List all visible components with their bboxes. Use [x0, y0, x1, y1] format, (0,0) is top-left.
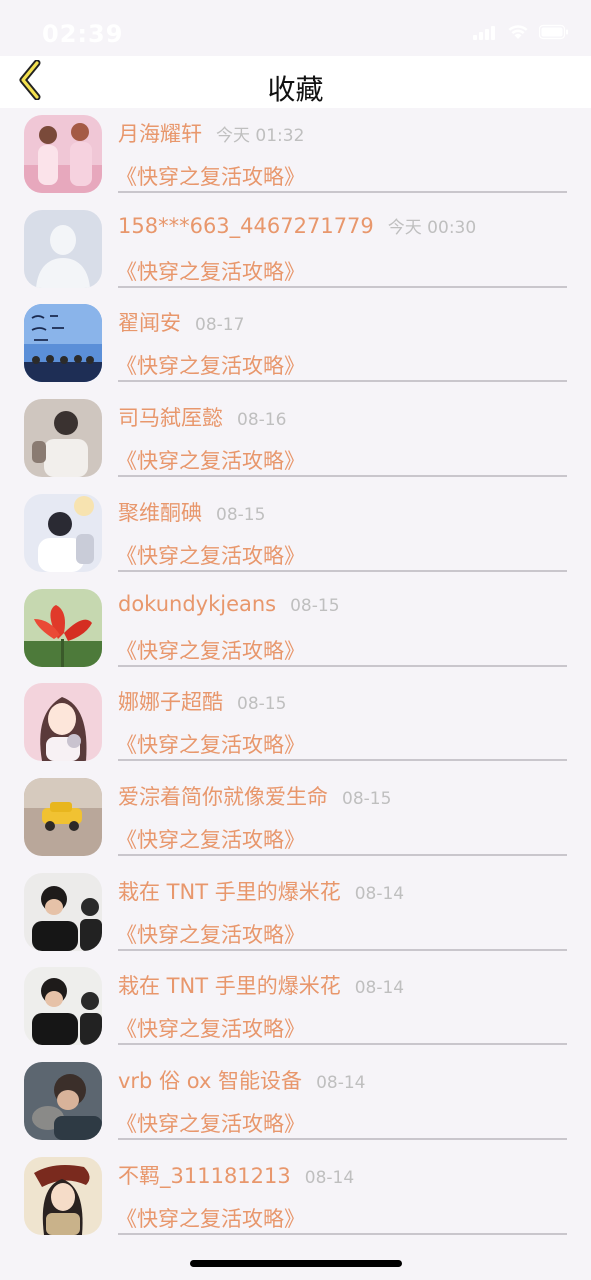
item-book-title[interactable]: 《快穿之复活攻略》 [116, 919, 305, 949]
favorites-list: 月海耀轩 今天 01:32 《快穿之复活攻略》 158***663_4467271… [0, 108, 591, 1248]
divider [118, 1138, 567, 1140]
avatar[interactable] [24, 777, 102, 856]
list-item[interactable]: 158***663_4467271779 今天 00:30 《快穿之复活攻略》 [0, 203, 591, 298]
divider [118, 191, 567, 193]
list-item[interactable]: 爱淙着简你就像爱生命 08-15 《快穿之复活攻略》 [0, 771, 591, 866]
item-book-title[interactable]: 《快穿之复活攻略》 [116, 256, 305, 286]
item-username: vrb 俗 ox 智能设备 08-14 [118, 1069, 366, 1093]
list-item[interactable]: dokundykjeans 08-15 《快穿之复活攻略》 [0, 582, 591, 677]
divider [118, 948, 567, 951]
item-time: 08-14 [304, 1167, 355, 1188]
divider [118, 475, 567, 478]
avatar[interactable] [24, 304, 102, 383]
item-book-title[interactable]: 《快穿之复活攻略》 [116, 161, 305, 191]
item-time: 今天 01:32 [216, 126, 305, 146]
item-time: 08-15 [342, 788, 392, 809]
item-username: dokundykjeans 08-15 [118, 591, 340, 616]
item-time: 08-14 [316, 1073, 366, 1093]
item-time: 08-15 [290, 595, 340, 616]
divider [118, 569, 567, 572]
divider [118, 285, 567, 288]
item-username: 娜娜子超酷 08-15 [118, 690, 287, 715]
item-book-title[interactable]: 《快穿之复活攻略》 [116, 729, 305, 759]
battery-icon [538, 24, 569, 44]
item-time: 08-17 [195, 315, 245, 336]
avatar[interactable] [24, 872, 102, 951]
divider [118, 853, 567, 856]
item-username: 栽在 TNT 手里的爆米花 08-14 [118, 974, 405, 999]
item-book-title[interactable]: 《快穿之复活攻略》 [116, 1013, 305, 1043]
home-indicator[interactable] [190, 1260, 402, 1267]
item-book-title[interactable]: 《快穿之复活攻略》 [116, 824, 305, 854]
avatar[interactable] [24, 115, 102, 193]
list-item[interactable]: 司马弑厔懿 08-16 《快穿之复活攻略》 [0, 392, 591, 487]
status-icons [473, 24, 569, 44]
item-time: 08-15 [237, 694, 287, 715]
item-username: 158***663_4467271779 今天 00:30 [118, 213, 477, 238]
item-username: 爱淙着简你就像爱生命 08-15 [118, 784, 392, 809]
divider [118, 664, 567, 667]
item-book-title[interactable]: 《快穿之复活攻略》 [116, 1203, 305, 1233]
item-time: 08-14 [354, 883, 405, 904]
wifi-icon [507, 24, 529, 44]
item-time: 08-14 [354, 978, 405, 999]
status-time: 02:39 [42, 20, 124, 48]
item-username: 月海耀轩 今天 01:32 [118, 122, 305, 146]
avatar[interactable] [24, 967, 102, 1046]
signal-icon [473, 24, 497, 44]
item-book-title[interactable]: 《快穿之复活攻略》 [116, 445, 305, 475]
item-book-title[interactable]: 《快穿之复活攻略》 [116, 540, 305, 570]
divider [118, 759, 567, 762]
item-book-title[interactable]: 《快穿之复活攻略》 [116, 350, 305, 380]
item-username: 翟闻安 08-17 [118, 311, 245, 336]
item-username: 栽在 TNT 手里的爆米花 08-14 [118, 879, 405, 904]
avatar[interactable] [24, 493, 102, 572]
avatar[interactable] [24, 1062, 102, 1140]
list-item[interactable]: vrb 俗 ox 智能设备 08-14 《快穿之复活攻略》 [0, 1055, 591, 1150]
item-username: 司马弑厔懿 08-16 [118, 406, 287, 431]
item-time: 今天 00:30 [387, 217, 477, 238]
item-time: 08-16 [237, 410, 287, 431]
avatar[interactable] [24, 588, 102, 667]
item-book-title[interactable]: 《快穿之复活攻略》 [116, 635, 305, 665]
list-item[interactable]: 聚维酮碘 08-15 《快穿之复活攻略》 [0, 487, 591, 582]
page-title: 收藏 [267, 73, 324, 106]
item-username: 聚维酮碘 08-15 [118, 500, 266, 525]
list-item[interactable]: 不羁_311181213 08-14 《快穿之复活攻略》 [0, 1150, 591, 1245]
default-avatar-icon[interactable] [24, 209, 102, 288]
list-item[interactable]: 月海耀轩 今天 01:32 《快穿之复活攻略》 [0, 108, 591, 203]
avatar[interactable] [24, 683, 102, 762]
item-time: 08-15 [216, 504, 266, 525]
divider [118, 1232, 567, 1235]
list-item[interactable]: 栽在 TNT 手里的爆米花 08-14 《快穿之复活攻略》 [0, 866, 591, 961]
nav-bar: 收藏 [0, 56, 591, 108]
avatar[interactable] [24, 1156, 102, 1235]
divider [118, 380, 567, 383]
item-book-title[interactable]: 《快穿之复活攻略》 [116, 1108, 305, 1138]
avatar[interactable] [24, 399, 102, 478]
divider [118, 1043, 567, 1046]
item-username: 不羁_311181213 08-14 [118, 1163, 355, 1188]
status-bar: 02:39 [0, 0, 591, 56]
list-item[interactable]: 翟闻安 08-17 《快穿之复活攻略》 [0, 297, 591, 392]
list-item[interactable]: 娜娜子超酷 08-15 《快穿之复活攻略》 [0, 676, 591, 771]
list-item[interactable]: 栽在 TNT 手里的爆米花 08-14 《快穿之复活攻略》 [0, 960, 591, 1055]
